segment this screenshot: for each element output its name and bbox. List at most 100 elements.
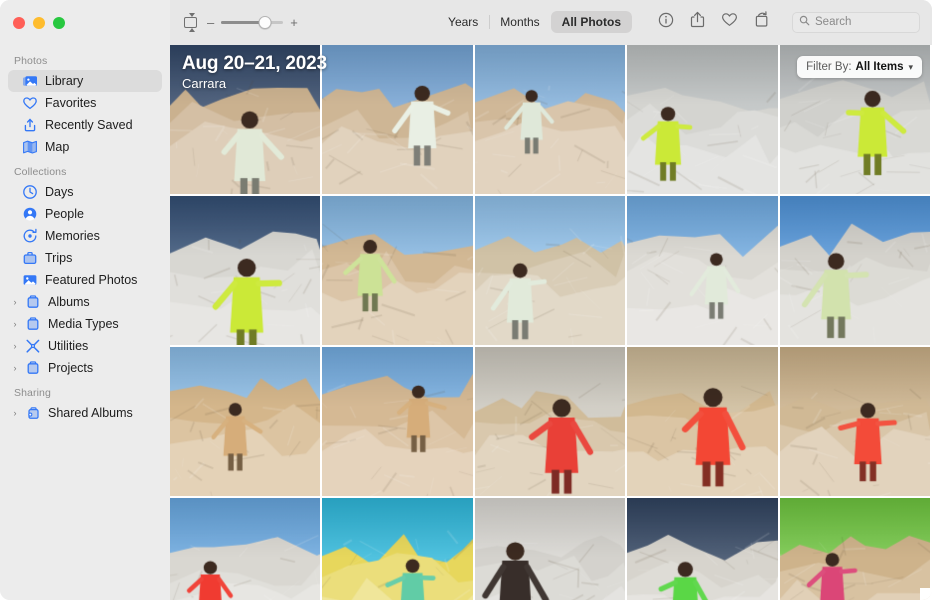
sidebar-item-trips[interactable]: Trips [8, 247, 162, 269]
window-titlebar: – + Years Months All Photos Search [0, 0, 932, 46]
sidebar-item-label: Media Types [48, 316, 119, 331]
filter-by-label: Filter By: [806, 61, 852, 73]
sidebar-item-recently-saved[interactable]: Recently Saved [8, 114, 162, 136]
sidebar: Photos Library Favorites Recently Saved Map C… [0, 45, 170, 600]
sidebar-item-shared-albums[interactable]: › Shared Albums [8, 402, 162, 424]
chevron-right-icon[interactable]: › [10, 408, 20, 418]
chevron-right-icon[interactable]: › [10, 363, 20, 373]
photo-thumbnail[interactable] [779, 498, 930, 600]
clock-icon [22, 184, 38, 200]
view-mode-segmented-control-wrap: Years Months All Photos [437, 11, 632, 33]
photo-image [322, 45, 473, 194]
zoom-slider[interactable] [221, 15, 284, 29]
photo-image [627, 347, 778, 496]
album-icon [25, 294, 41, 310]
photo-image [627, 196, 778, 345]
photo-thumbnail[interactable] [474, 498, 626, 600]
sidebar-item-label: Library [45, 73, 84, 88]
zoom-slider-knob[interactable] [258, 15, 272, 29]
photo-thumbnail[interactable] [322, 45, 473, 194]
sidebar-item-featured-photos[interactable]: Featured Photos [8, 269, 162, 291]
library-icon [22, 73, 38, 89]
sidebar-item-library[interactable]: Library [8, 70, 162, 92]
sidebar-item-label: Map [45, 139, 70, 154]
photo-thumbnail[interactable] [474, 347, 626, 496]
sidebar-item-label: Projects [48, 360, 94, 375]
sidebar-item-utilities[interactable]: › Utilities [8, 335, 162, 357]
chevron-right-icon[interactable]: › [10, 319, 20, 329]
person-icon [22, 206, 38, 222]
album-icon [25, 316, 41, 332]
photo-grid [170, 45, 932, 600]
tab-years[interactable]: Years [437, 11, 489, 33]
photo-thumbnail[interactable] [170, 196, 321, 345]
photo-thumbnail[interactable] [170, 347, 321, 496]
sidebar-item-label: Trips [45, 250, 73, 265]
minimize-window-button[interactable] [33, 16, 45, 29]
sidebar-item-map[interactable]: Map [8, 136, 162, 158]
sidebar-item-people[interactable]: People [8, 203, 162, 225]
sidebar-item-label: Utilities [48, 338, 89, 353]
sidebar-section-header: Sharing [14, 387, 51, 399]
aspect-ratio-icon[interactable] [182, 12, 200, 32]
sidebar-item-projects[interactable]: › Projects [8, 357, 162, 379]
photo-image [779, 347, 930, 496]
info-icon[interactable] [658, 12, 674, 33]
recently-saved-icon [22, 117, 38, 133]
photo-image [170, 196, 321, 345]
sidebar-item-label: Recently Saved [45, 117, 133, 132]
chevron-right-icon[interactable]: › [10, 341, 20, 351]
featured-photos-icon [22, 272, 38, 288]
photo-thumbnail[interactable] [627, 347, 778, 496]
sidebar-item-memories[interactable]: Memories [8, 225, 162, 247]
filter-by-value: All Items [855, 61, 904, 73]
photo-image [170, 347, 321, 496]
photo-thumbnail[interactable] [170, 498, 321, 600]
sidebar-section-header: Photos [14, 55, 48, 67]
zoom-in-label[interactable]: + [290, 16, 298, 29]
favorite-heart-icon[interactable] [721, 12, 738, 32]
thumbnail-zoom-controls: – + [182, 12, 298, 32]
close-window-button[interactable] [13, 16, 25, 29]
photo-thumbnail[interactable] [322, 347, 473, 496]
photo-image [627, 45, 778, 194]
share-icon[interactable] [690, 11, 705, 33]
photo-thumbnail[interactable] [322, 498, 473, 600]
chevron-right-icon[interactable]: › [10, 297, 20, 307]
sidebar-item-label: Days [45, 184, 74, 199]
sidebar-item-favorites[interactable]: Favorites [8, 92, 162, 114]
tab-all-photos[interactable]: All Photos [550, 11, 632, 33]
search-field[interactable]: Search [792, 11, 920, 33]
photo-thumbnail[interactable] [474, 45, 626, 194]
photo-thumbnail[interactable] [627, 196, 778, 345]
zoom-out-label[interactable]: – [207, 16, 214, 29]
sidebar-item-days[interactable]: Days [8, 181, 162, 203]
photo-thumbnail[interactable] [322, 196, 473, 345]
sidebar-item-albums[interactable]: › Albums [8, 291, 162, 313]
photo-image [474, 45, 626, 194]
photo-image [170, 498, 321, 600]
photo-thumbnail[interactable] [474, 196, 626, 345]
filter-by-dropdown[interactable]: Filter By: All Items ▾ [797, 56, 922, 78]
photos-window: – + Years Months All Photos Search Photo… [0, 0, 932, 600]
heart-icon [22, 95, 38, 111]
memories-icon [22, 228, 38, 244]
photo-thumbnail[interactable] [627, 45, 778, 194]
photo-grid-area[interactable]: Aug 20–21, 2023 Carrara Filter By: All I… [170, 45, 932, 600]
photo-image [627, 498, 778, 600]
photo-thumbnail[interactable] [779, 347, 930, 496]
photo-image [322, 498, 473, 600]
shared-album-icon [25, 405, 41, 421]
sidebar-item-label: Albums [48, 294, 90, 309]
photo-thumbnail[interactable] [627, 498, 778, 600]
rotate-icon[interactable] [754, 11, 770, 33]
photo-thumbnail[interactable] [779, 196, 930, 345]
search-input[interactable]: Search [815, 16, 851, 28]
tab-months[interactable]: Months [489, 11, 550, 33]
maximize-window-button[interactable] [53, 16, 65, 29]
sidebar-item-media-types[interactable]: › Media Types [8, 313, 162, 335]
sidebar-item-label: People [45, 206, 84, 221]
photo-thumbnail[interactable] [170, 45, 321, 194]
photo-image [779, 196, 930, 345]
view-mode-segmented-control: Years Months All Photos [437, 11, 632, 33]
